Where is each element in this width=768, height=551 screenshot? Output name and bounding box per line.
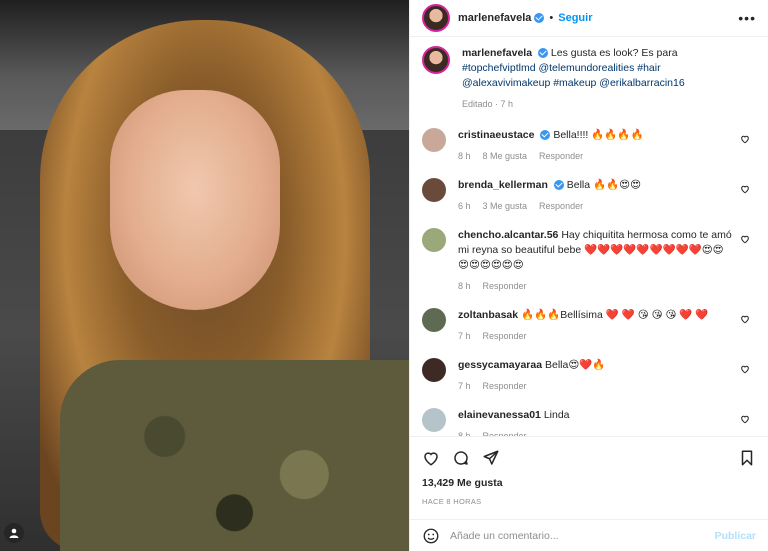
post-photo[interactable] [0,0,409,551]
post-actions: 13,429 Me gusta HACE 8 HORAS [410,436,768,506]
commenter-avatar[interactable] [422,358,446,382]
comment-heart-icon[interactable] [740,184,750,194]
verified-icon [553,180,564,191]
comment-heart-icon[interactable] [740,414,750,424]
comment-body: brenda_kellerman Bella 🔥🔥😍😍 6 h 3 Me gusta… [458,178,756,214]
comment-meta: 8 h Responder [458,279,734,294]
author-username[interactable]: marlenefavela [458,12,531,24]
caption-avatar[interactable] [422,46,450,74]
bookmark-icon[interactable] [738,449,756,467]
commenter-username[interactable]: chencho.alcantar.56 [458,229,558,241]
reply-button[interactable]: Responder [539,151,583,161]
comment-body: elainevanessa01 Linda 8 h Responder [458,408,756,436]
publish-button[interactable]: Publicar [715,530,756,542]
comment-row: brenda_kellerman Bella 🔥🔥😍😍 6 h 3 Me gusta… [422,178,756,214]
verified-icon [537,48,548,59]
caption-meta: Editado · 7 h [462,99,514,109]
comment-row: zoltanbasak 🔥🔥🔥Bellísima ❤️ ❤️ 😘 😘 😘 ❤️ … [422,308,756,344]
comment-likes[interactable]: 8 Me gusta [483,151,528,161]
separator-dot: • [549,12,554,24]
comment-meta: 7 h Responder [458,379,734,394]
comment-meta: 8 h Responder [458,429,734,436]
caption-body: marlenefavela Les gusta es look? Es para… [462,46,756,112]
instagram-post-modal: marlenefavela • Seguir ••• marlenefavela… [0,0,768,551]
heart-icon[interactable] [422,449,440,467]
reply-button[interactable]: Responder [483,281,527,291]
comment-row: cristinaeustace Bella!!!! 🔥🔥🔥🔥 8 h 8 Me gu… [422,128,756,164]
photo-face [110,90,280,310]
follow-button[interactable]: Seguir [558,12,592,24]
commenter-avatar[interactable] [422,228,446,252]
comments-list[interactable]: marlenefavela Les gusta es look? Es para… [410,38,768,436]
comment-text: Bella!!!! 🔥🔥🔥🔥 [553,129,644,141]
commenter-username[interactable]: gessycamayaraa [458,359,542,371]
comment-time: 8 h [458,281,471,291]
comment-body: chencho.alcantar.56 Hay chiquitita hermo… [458,228,756,294]
commenter-avatar[interactable] [422,178,446,202]
comment-text: Bella😍❤️🔥 [545,359,606,371]
comment-container: cristinaeustace Bella!!!! 🔥🔥🔥🔥 8 h 8 Me gu… [422,128,756,436]
more-icon[interactable]: ••• [738,10,756,26]
commenter-username[interactable]: elainevanessa01 [458,409,541,421]
user-tag-icon[interactable] [4,523,24,543]
comment-row: chencho.alcantar.56 Hay chiquitita hermo… [422,228,756,294]
photo-jacket [60,360,409,551]
verified-icon [540,130,551,141]
like-count[interactable]: 13,429 Me gusta [422,477,756,489]
comment-heart-icon[interactable] [740,134,750,144]
comment-time: 7 h [458,331,471,341]
comment-composer: Publicar [410,519,768,551]
comment-heart-icon[interactable] [740,314,750,324]
comment-time: 8 h [458,151,471,161]
comment-meta: 6 h 3 Me gusta Responder [458,199,734,214]
comment-heart-icon[interactable] [740,364,750,374]
comment-text: Linda [543,409,570,421]
caption-username[interactable]: marlenefavela [462,47,532,59]
caption-text: Les gusta es look? Es para [550,47,678,59]
post-timestamp: HACE 8 HORAS [422,497,482,506]
comment-row: gessycamayaraa Bella😍❤️🔥 7 h Responder [422,358,756,394]
commenter-avatar[interactable] [422,308,446,332]
commenter-username[interactable]: brenda_kellerman [458,179,548,191]
comment-likes[interactable]: 3 Me gusta [483,201,528,211]
comment-icon[interactable] [452,449,470,467]
comment-body: gessycamayaraa Bella😍❤️🔥 7 h Responder [458,358,756,394]
comment-row: elainevanessa01 Linda 8 h Responder [422,408,756,436]
comment-meta: 8 h 8 Me gusta Responder [458,149,734,164]
comment-meta: 7 h Responder [458,329,734,344]
post-side-panel: marlenefavela • Seguir ••• marlenefavela… [409,0,768,551]
post-caption: marlenefavela Les gusta es look? Es para… [422,46,756,112]
comment-body: zoltanbasak 🔥🔥🔥Bellísima ❤️ ❤️ 😘 😘 😘 ❤️ … [458,308,756,344]
post-header: marlenefavela • Seguir ••• [410,0,768,37]
comment-input[interactable] [450,529,715,542]
reply-button[interactable]: Responder [483,381,527,391]
comment-body: cristinaeustace Bella!!!! 🔥🔥🔥🔥 8 h 8 Me gu… [458,128,756,164]
author-avatar[interactable] [422,4,450,32]
commenter-avatar[interactable] [422,408,446,432]
commenter-username[interactable]: cristinaeustace [458,129,534,141]
commenter-avatar[interactable] [422,128,446,152]
commenter-username[interactable]: zoltanbasak [458,309,518,321]
share-icon[interactable] [482,449,500,467]
verified-icon [534,13,545,23]
action-icons [422,445,756,471]
comment-time: 7 h [458,381,471,391]
reply-button[interactable]: Responder [539,201,583,211]
comment-heart-icon[interactable] [740,234,750,244]
reply-button[interactable]: Responder [483,331,527,341]
comment-text: Bella 🔥🔥😍😍 [566,179,642,191]
emoji-icon[interactable] [422,527,440,545]
comment-time: 6 h [458,201,471,211]
comment-text: 🔥🔥🔥Bellísima ❤️ ❤️ 😘 😘 😘 ❤️ ❤️ [521,309,709,321]
caption-tags[interactable]: #topchefviptlmd @telemundorealities #hai… [462,62,685,89]
